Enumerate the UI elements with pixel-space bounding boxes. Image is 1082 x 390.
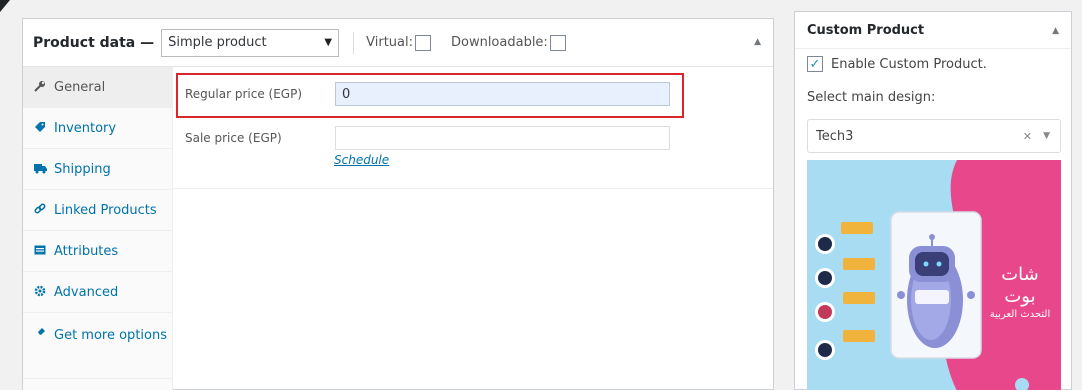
tab-linked-products[interactable]: Linked Products <box>23 190 172 231</box>
preview-title: شات بوت <box>1001 264 1039 307</box>
custom-product-panel: Custom Product ▲ ✓ Enable Custom Product… <box>794 11 1072 390</box>
sale-price-label: Sale price (EGP) <box>185 131 282 145</box>
downloadable-checkbox[interactable] <box>549 34 566 51</box>
tab-get-more-options[interactable]: Get more options <box>23 313 172 379</box>
gear-icon <box>33 285 47 300</box>
tab-shipping[interactable]: Shipping <box>23 149 172 190</box>
collapse-toggle-icon[interactable]: ▲ <box>1052 26 1059 36</box>
link-icon <box>33 203 47 218</box>
tab-label: Shipping <box>54 161 111 177</box>
virtual-label: Virtual: <box>366 35 413 50</box>
tab-label: Get more options <box>54 328 167 343</box>
tab-attributes[interactable]: Attributes <box>23 231 172 272</box>
chevron-down-icon: ▼ <box>324 37 333 48</box>
tab-label: Attributes <box>54 243 119 259</box>
virtual-checkbox[interactable] <box>414 34 431 51</box>
tab-label: Linked Products <box>54 202 157 218</box>
select-design-label: Select main design: <box>807 90 936 105</box>
truck-icon <box>33 162 47 177</box>
design-preview-image: شات بوت التحدث العربية <box>807 160 1061 390</box>
sale-price-row: Sale price (EGP) <box>185 126 670 150</box>
scroll-edge <box>0 0 14 20</box>
product-data-title: Product data — <box>33 34 155 51</box>
product-type-select[interactable]: Simple product ▼ <box>161 28 340 57</box>
chevron-down-icon: ▼ <box>1043 131 1050 141</box>
design-select-value: Tech3 <box>816 128 854 144</box>
header-divider <box>353 31 355 54</box>
tab-advanced[interactable]: Advanced <box>23 272 172 313</box>
tag-icon <box>33 121 47 136</box>
custom-product-title: Custom Product <box>807 22 925 38</box>
product-data-tabs: General Inventory Shipping Linked Produc… <box>23 67 173 390</box>
design-select[interactable]: Tech3 ✕ ▼ <box>807 119 1061 153</box>
clear-icon[interactable]: ✕ <box>1023 130 1032 143</box>
tab-label: General <box>54 79 106 95</box>
preview-subtitle: التحدث العربية <box>989 309 1051 320</box>
virtual-option[interactable]: Virtual: <box>366 34 431 51</box>
tab-inventory[interactable]: Inventory <box>23 108 172 149</box>
enable-custom-product-checkbox[interactable]: ✓ <box>807 56 823 72</box>
tab-general[interactable]: General <box>23 67 172 108</box>
product-data-header: Product data — Simple product ▼ Virtual:… <box>23 19 773 67</box>
highlight-frame <box>176 73 684 118</box>
plugin-icon <box>33 325 47 345</box>
downloadable-option[interactable]: Downloadable: <box>450 34 566 51</box>
product-type-value: Simple product <box>168 35 267 50</box>
table-icon <box>33 244 47 259</box>
schedule-link[interactable]: Schedule <box>334 153 389 167</box>
tab-label: Inventory <box>54 120 117 136</box>
sale-price-input[interactable] <box>335 126 670 150</box>
enable-custom-product-label: Enable Custom Product. <box>831 56 987 72</box>
downloadable-label: Downloadable: <box>450 35 548 50</box>
wrench-icon <box>33 80 47 95</box>
collapse-toggle-icon[interactable]: ▲ <box>754 37 761 47</box>
tab-label: Advanced <box>54 284 119 300</box>
enable-custom-product-option[interactable]: ✓ Enable Custom Product. <box>807 56 987 72</box>
custom-product-header: Custom Product ▲ <box>795 12 1071 49</box>
